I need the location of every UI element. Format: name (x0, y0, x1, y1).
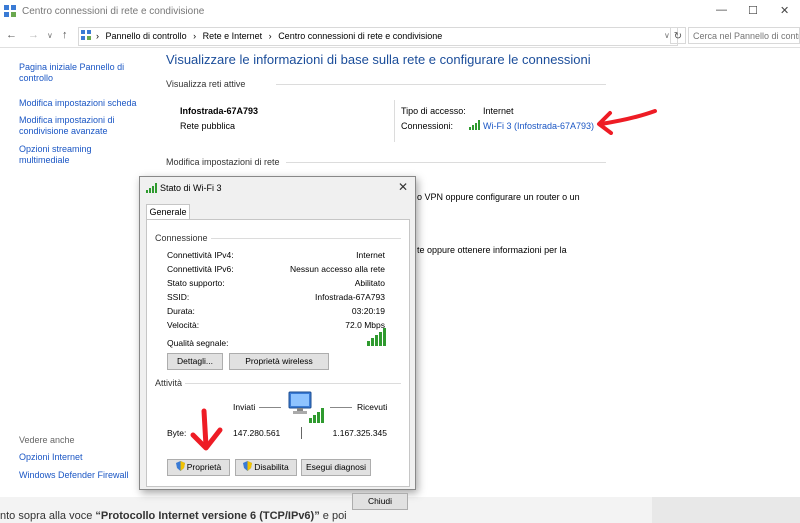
maximize-button[interactable]: ☐ (748, 4, 758, 17)
dialog-title: Stato di Wi-Fi 3 (160, 183, 222, 193)
page-background-strip (652, 497, 800, 523)
sidebar-item-adapter-settings[interactable]: Modifica impostazioni scheda (19, 98, 149, 109)
wifi-signal-icon (469, 120, 480, 130)
annotation-arrow-icon (597, 109, 657, 135)
signal-quality-label: Qualità segnale: (167, 338, 229, 348)
tab-general[interactable]: Generale (146, 204, 190, 220)
sent-label: Inviati (233, 402, 256, 412)
ipv4-value: Internet (356, 250, 385, 260)
connections-label: Connessioni: (401, 121, 454, 131)
access-type-label: Tipo di accesso: (401, 106, 466, 116)
sidebar-item-sharing-settings[interactable]: Modifica impostazioni di condivisione av… (19, 115, 139, 137)
diagnose-button[interactable]: Esegui diagnosi (301, 459, 371, 476)
breadcrumb-separator: › (193, 31, 197, 41)
troubleshoot-description: te oppure ottenere informazioni per la (417, 245, 567, 255)
bytes-sent-value: 147.280.561 (233, 428, 281, 438)
section-divider (286, 162, 606, 163)
breadcrumb-item[interactable]: Centro connessioni di rete e condivision… (278, 31, 442, 41)
tab-panel: Connessione Connettività IPv4: Internet … (146, 219, 410, 487)
network-computer-icon (288, 391, 324, 423)
access-type-value: Internet (483, 106, 514, 116)
disable-button-label: Disabilita (254, 462, 289, 472)
see-also-internet-options[interactable]: Opzioni Internet (19, 452, 83, 463)
see-also-label: Vedere anche (19, 435, 75, 445)
properties-button-label: Proprietà (186, 462, 222, 472)
sidebar-item-home[interactable]: Pagina iniziale Pannello di controllo (19, 62, 139, 84)
details-button[interactable]: Dettagli... (167, 353, 223, 370)
ssid-label: SSID: (167, 292, 190, 302)
group-divider (155, 383, 401, 384)
network-center-icon (4, 5, 16, 17)
received-line (330, 407, 352, 408)
back-arrow-icon[interactable]: ← (6, 29, 17, 41)
connection-group-title: Connessione (155, 233, 211, 243)
close-window-button[interactable]: ✕ (780, 4, 789, 17)
speed-label: Velocità: (167, 320, 200, 330)
signal-strength-icon (367, 328, 386, 346)
breadcrumb-item[interactable]: Rete e Internet (203, 31, 263, 41)
wifi-signal-icon (146, 183, 157, 193)
window-title: Centro connessioni di rete e condivision… (22, 6, 205, 17)
change-settings-title: Modifica impostazioni di rete (166, 157, 280, 167)
media-state-value: Abilitato (354, 278, 385, 288)
forward-arrow-icon[interactable]: → (28, 29, 39, 41)
wireless-properties-button[interactable]: Proprietà wireless (229, 353, 329, 370)
setup-connection-description: o VPN oppure configurare un router o un (417, 192, 580, 202)
refresh-icon[interactable]: ↻ (670, 27, 686, 44)
title-bar: Centro connessioni di rete e condivision… (0, 0, 800, 24)
admin-shield-icon (243, 461, 253, 471)
duration-label: Durata: (167, 306, 195, 316)
close-icon[interactable]: ✕ (398, 180, 408, 194)
network-name: Infostrada-67A793 (180, 106, 259, 116)
media-state-label: Stato supporto: (167, 278, 225, 288)
control-panel-icon (81, 30, 91, 40)
ipv4-label: Connettività IPv4: (167, 250, 234, 260)
active-networks-title: Visualizza reti attive (166, 79, 246, 89)
breadcrumb: › Pannello di controllo › Rete e Interne… (96, 31, 446, 41)
sent-line (259, 407, 281, 408)
wifi-status-dialog: Stato di Wi-Fi 3 ✕ Generale Connessione … (139, 176, 416, 490)
article-text-bold: “Protocollo Internet versione 6 (TCP/IPv… (95, 510, 320, 522)
properties-button[interactable]: Proprietà (167, 459, 230, 476)
breadcrumb-separator: › (268, 31, 272, 41)
recent-chevron-icon[interactable]: ∨ (47, 31, 53, 40)
minimize-button[interactable]: — (716, 4, 727, 16)
network-type[interactable]: Rete pubblica (180, 121, 235, 131)
article-text-prefix: nto sopra alla voce (0, 510, 96, 522)
bytes-label: Byte: (167, 428, 187, 438)
breadcrumb-item[interactable]: Pannello di controllo (106, 31, 187, 41)
bytes-divider (301, 427, 302, 439)
received-label: Ricevuti (357, 402, 388, 412)
disable-button[interactable]: Disabilita (235, 459, 297, 476)
up-arrow-icon[interactable]: ↑ (62, 29, 68, 41)
article-text: nto sopra alla voce “Protocollo Internet… (0, 510, 347, 522)
breadcrumb-separator: › (96, 31, 99, 41)
close-dialog-button[interactable]: Chiudi (352, 493, 408, 510)
ipv6-label: Connettività IPv6: (167, 264, 234, 274)
sidebar-item-streaming[interactable]: Opzioni streaming multimediale (19, 144, 119, 166)
activity-group-title: Attività (155, 378, 186, 388)
admin-shield-icon (175, 461, 185, 471)
annotation-arrow-icon (190, 408, 223, 451)
bytes-received-value: 1.167.325.345 (332, 428, 387, 438)
ipv6-value: Nessun accesso alla rete (290, 264, 385, 274)
wifi-connection-link[interactable]: Wi-Fi 3 (Infostrada-67A793) (483, 121, 594, 131)
section-divider (276, 84, 606, 85)
address-dropdown-icon[interactable]: ∨ (664, 31, 670, 40)
vertical-divider (394, 100, 395, 142)
search-input[interactable] (688, 27, 800, 44)
see-also-firewall[interactable]: Windows Defender Firewall (19, 470, 129, 481)
ssid-value: Infostrada-67A793 (315, 292, 385, 302)
page-title: Visualizzare le informazioni di base sul… (166, 52, 591, 67)
article-text-suffix: e poi (319, 510, 347, 522)
duration-value: 03:20:19 (351, 306, 385, 316)
